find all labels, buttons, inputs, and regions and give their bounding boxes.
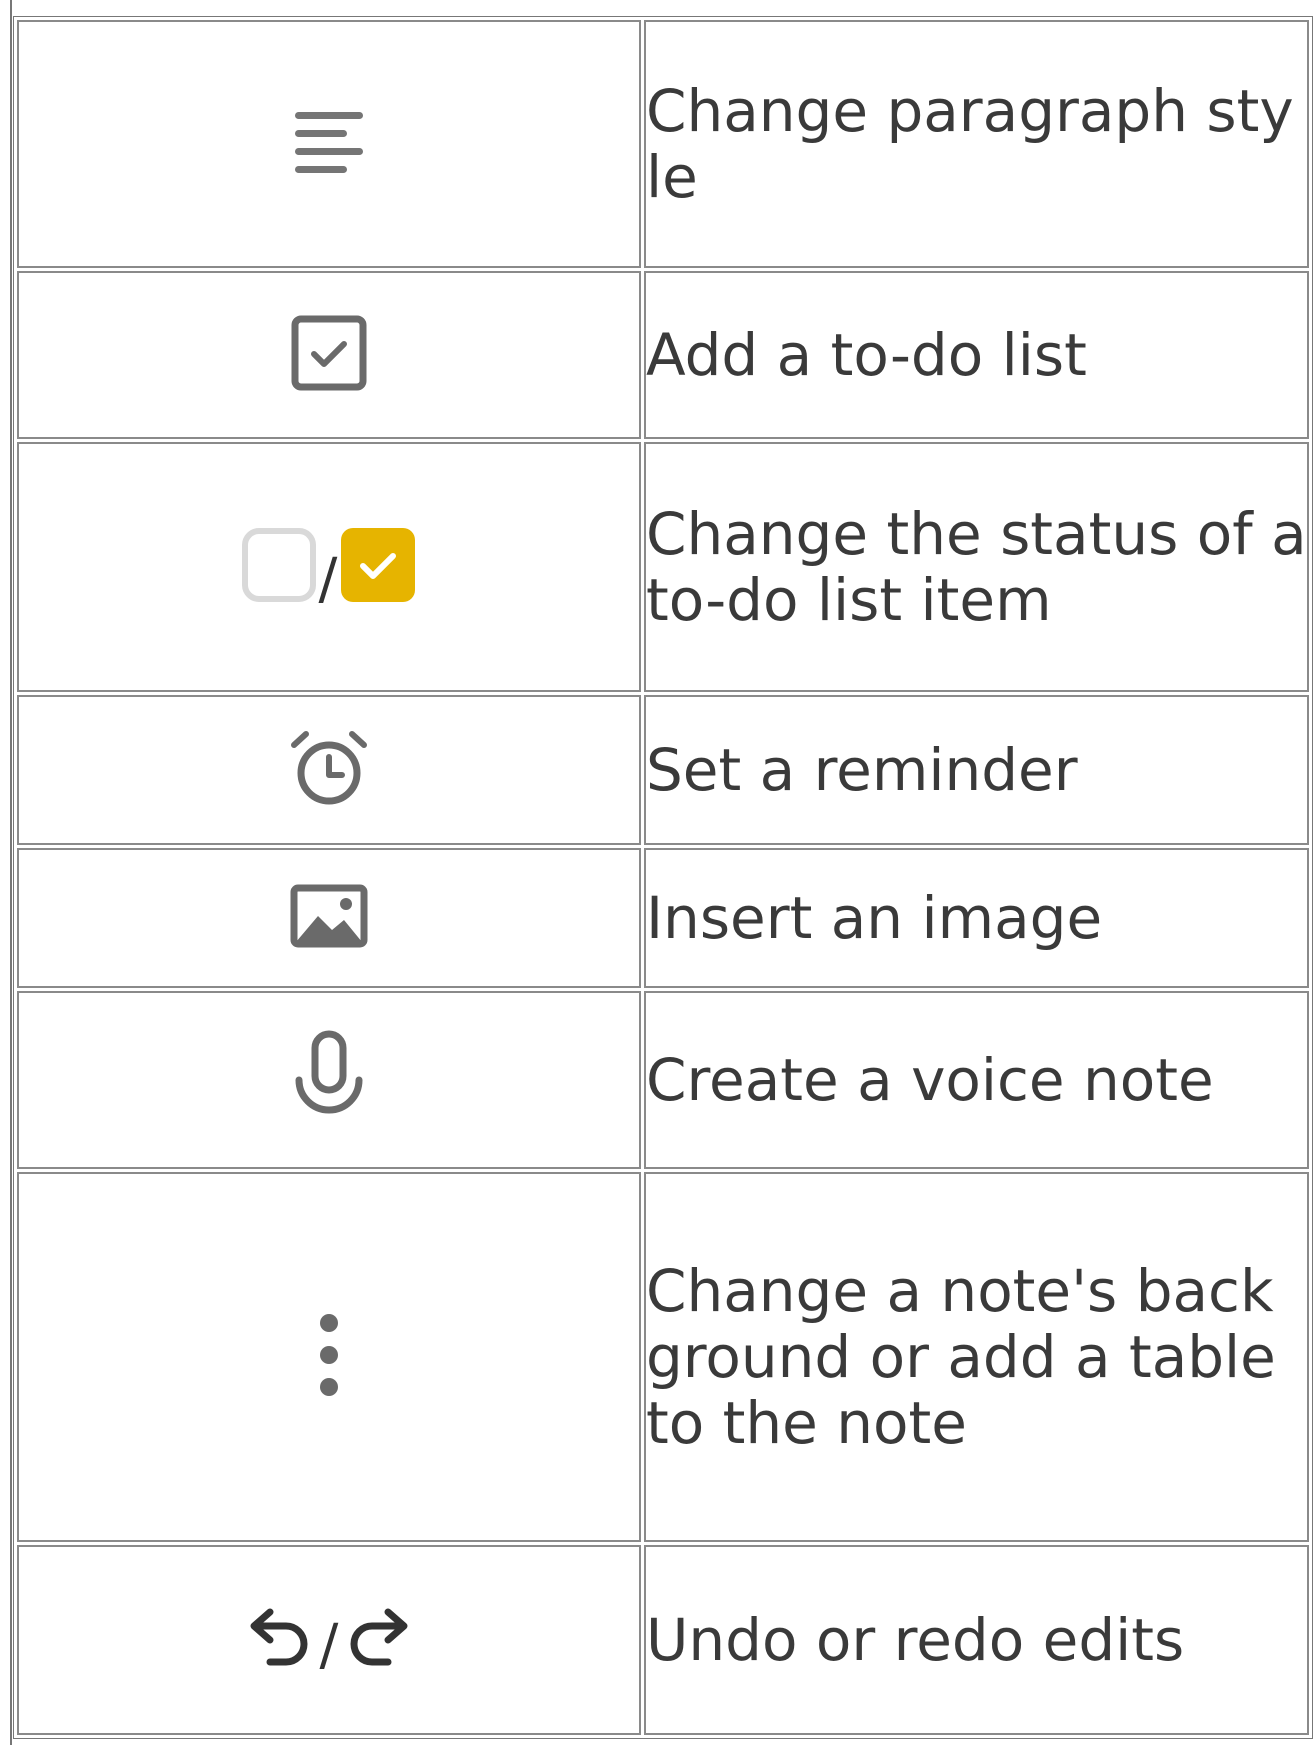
more-vertical-icon	[314, 1311, 344, 1403]
separator-slash: /	[319, 1613, 339, 1678]
redo-icon	[340, 1606, 412, 1674]
description-cell: Insert an image	[643, 848, 1309, 988]
image-icon	[290, 884, 368, 952]
row-description: Insert an image	[645, 884, 1103, 952]
table-row: Add a to-do list	[17, 271, 1309, 439]
toolbar-icons-table: Change paragraph style Add a to-do list …	[13, 16, 1313, 1739]
icon-cell	[17, 20, 641, 268]
icon-cell	[17, 271, 641, 439]
row-description: Change the status of a to-do list item	[645, 500, 1307, 634]
left-rule	[10, 0, 12, 1745]
description-cell: Set a reminder	[643, 695, 1309, 845]
table-row: Change paragraph style	[17, 20, 1309, 268]
icon-cell: /	[17, 442, 641, 692]
todo-checkbox-icon	[290, 314, 368, 396]
icon-cell	[17, 848, 641, 988]
undo-icon	[246, 1606, 318, 1674]
row-description: Add a to-do list	[645, 321, 1087, 389]
row-description: Change paragraph style	[645, 77, 1294, 211]
icon-cell	[17, 1172, 641, 1542]
description-cell: Change the status of a to-do list item	[643, 442, 1309, 692]
icon-cell	[17, 695, 641, 845]
description-cell: Change a note's background or add a tabl…	[643, 1172, 1309, 1542]
microphone-icon	[291, 1030, 367, 1130]
table-row: Change a note's background or add a tabl…	[17, 1172, 1309, 1542]
table-row: Insert an image	[17, 848, 1309, 988]
row-description: Create a voice note	[645, 1046, 1214, 1114]
icon-cell	[17, 991, 641, 1169]
description-cell: Add a to-do list	[643, 271, 1309, 439]
checked-checkbox-icon	[339, 526, 417, 608]
separator-slash: /	[318, 547, 338, 612]
table-row: Set a reminder	[17, 695, 1309, 845]
paragraph-style-icon	[293, 106, 365, 182]
row-description: Change a note's background or add a tabl…	[645, 1257, 1276, 1457]
description-cell: Undo or redo edits	[643, 1545, 1309, 1735]
row-description: Undo or redo edits	[645, 1606, 1185, 1674]
description-cell: Change paragraph style	[643, 20, 1309, 268]
row-description: Set a reminder	[645, 736, 1078, 804]
alarm-clock-icon	[288, 729, 370, 811]
table-row: / Change the status of a to-do list item	[17, 442, 1309, 692]
table-row: / Undo or redo edits	[17, 1545, 1309, 1735]
description-cell: Create a voice note	[643, 991, 1309, 1169]
unchecked-checkbox-icon	[241, 527, 317, 607]
icon-cell: /	[17, 1545, 641, 1735]
table-row: Create a voice note	[17, 991, 1309, 1169]
